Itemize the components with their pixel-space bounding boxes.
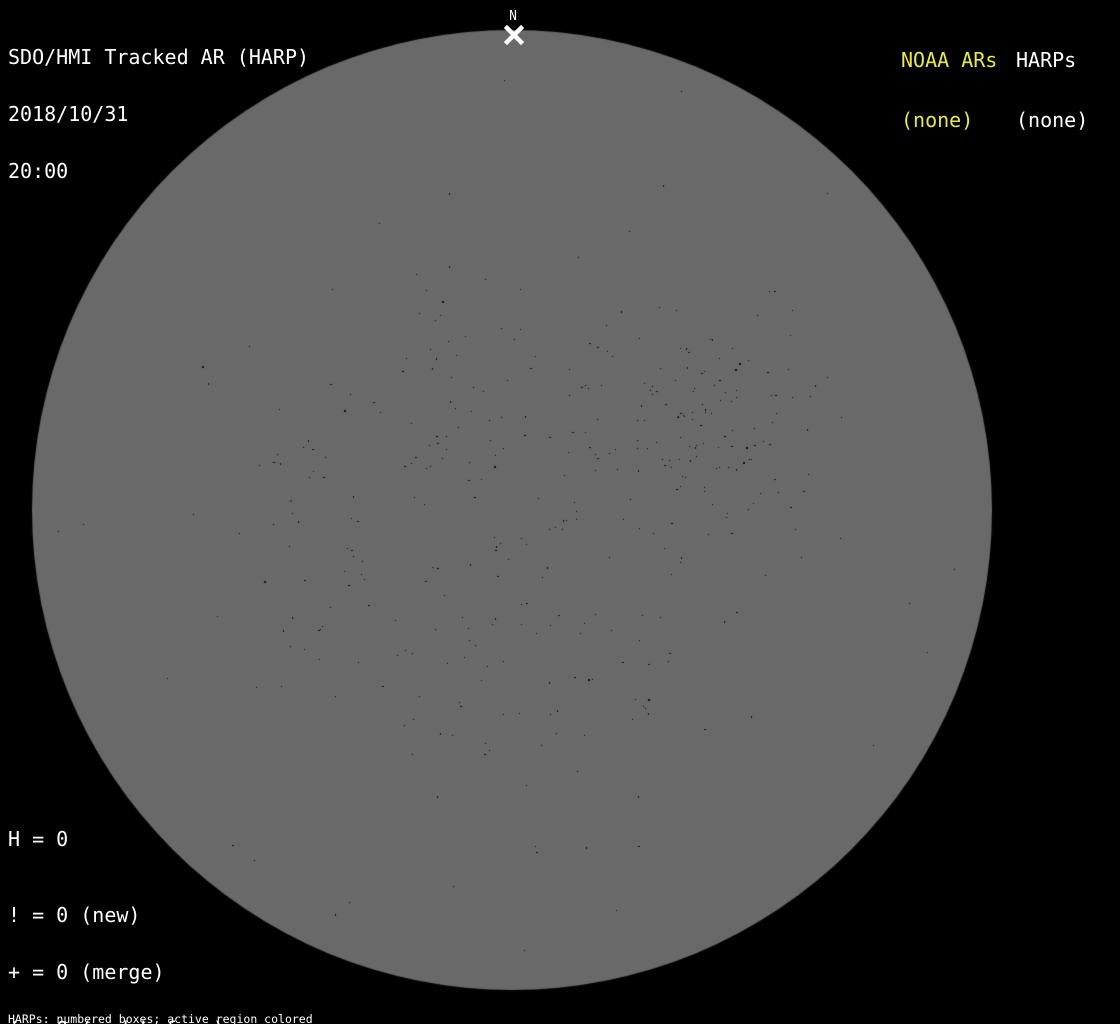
north-pole-cross-icon (504, 25, 524, 45)
image-date: 2018/10/31 (8, 102, 129, 126)
noaa-ars-value: (none) (901, 108, 974, 132)
legend-entry-merge: + = 0 (merge) (8, 960, 165, 984)
harps-value: (none) (1016, 108, 1089, 132)
legend-entry-new: ! = 0 (new) (8, 903, 141, 927)
harps-counter: HARPs (none) (1016, 10, 1088, 170)
noaa-ars-heading: NOAA ARs (901, 48, 998, 72)
north-label: N (509, 9, 517, 24)
image-time: 20:00 (8, 159, 69, 183)
noaa-ars-counter: NOAA ARs (none) (901, 10, 997, 170)
harp-count-line: H = 0 (8, 827, 69, 851)
solar-tracking-image: SDO/HMI Tracked AR (HARP) 2018/10/31 20:… (0, 0, 1120, 1024)
image-title: SDO/HMI Tracked AR (HARP) (8, 45, 310, 69)
caption-harps: HARPs: numbered boxes; active region col… (8, 1012, 313, 1024)
harps-heading: HARPs (1016, 48, 1077, 72)
title-block: SDO/HMI Tracked AR (HARP) 2018/10/31 20:… (8, 10, 309, 219)
caption-block: HARPs: numbered boxes; active region col… (8, 992, 410, 1024)
